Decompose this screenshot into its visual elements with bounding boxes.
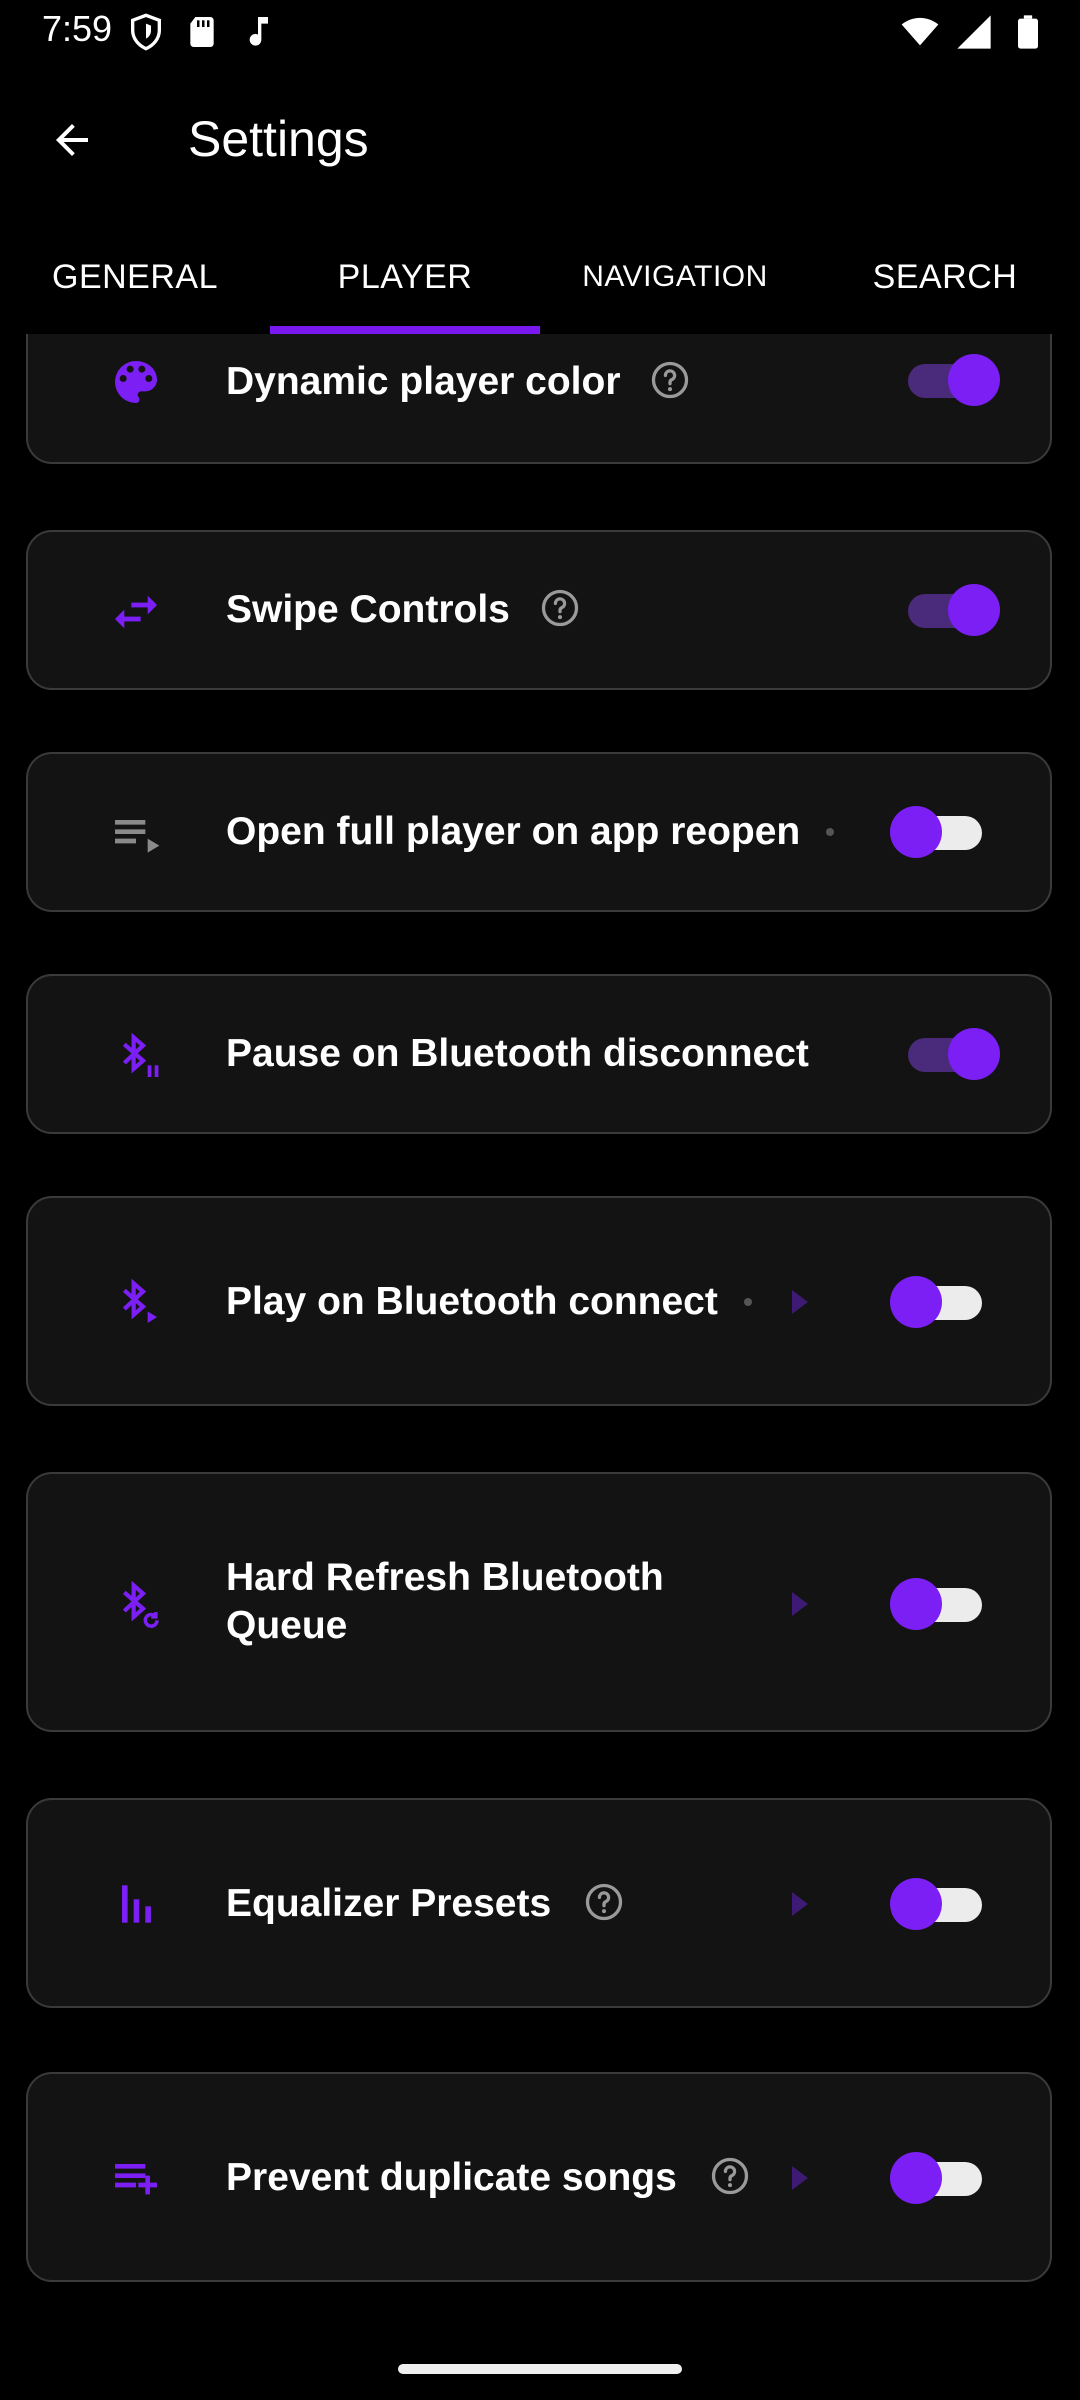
setting-swipe-controls[interactable]: Swipe Controls [26, 530, 1052, 690]
bluetooth-pause-icon [106, 1026, 166, 1086]
setting-label: Play on Bluetooth connect [226, 1280, 718, 1323]
toggle-switch[interactable] [908, 582, 1000, 638]
setting-equalizer-presets[interactable]: Equalizer Presets [26, 1798, 1052, 2008]
sd-card-icon [190, 17, 214, 47]
status-left-icons [126, 12, 278, 52]
toggle-switch[interactable] [890, 2150, 982, 2206]
arrow-left-icon [56, 124, 88, 156]
setting-dynamic-player-color[interactable]: Dynamic player color [26, 334, 1052, 464]
tab-bar: GENERAL PLAYER NAVIGATION SEARCH [0, 220, 1080, 334]
signal-icon [957, 15, 991, 49]
caret-right-icon [792, 1592, 808, 1616]
home-indicator[interactable] [398, 2364, 682, 2374]
queue-play-icon [106, 804, 166, 864]
setting-label: Hard Refresh Bluetooth Queue [226, 1554, 664, 1650]
setting-pause-bluetooth-disconnect[interactable]: Pause on Bluetooth disconnect [26, 974, 1052, 1134]
setting-hard-refresh-bluetooth-queue[interactable]: Hard Refresh Bluetooth Queue [26, 1472, 1052, 1732]
toggle-switch[interactable] [890, 1876, 982, 1932]
tab-player[interactable]: PLAYER [270, 220, 540, 334]
tab-navigation[interactable]: NAVIGATION [540, 220, 810, 334]
caret-right-icon [792, 2166, 808, 2190]
swap-horizontal-icon [106, 582, 166, 642]
help-circle-icon[interactable] [582, 1880, 626, 1924]
tab-general[interactable]: GENERAL [0, 220, 270, 334]
help-circle-icon[interactable] [708, 2154, 752, 2198]
status-right-icons [900, 12, 1048, 52]
dot-indicator [826, 828, 834, 836]
playlist-add-icon [106, 2148, 166, 2208]
toggle-switch[interactable] [890, 1274, 982, 1330]
setting-prevent-duplicate-songs[interactable]: Prevent duplicate songs [26, 2072, 1052, 2282]
setting-label-line1: Hard Refresh Bluetooth [226, 1556, 664, 1599]
caret-right-icon [792, 1892, 808, 1916]
toggle-switch[interactable] [908, 1026, 1000, 1082]
setting-open-full-player[interactable]: Open full player on app reopen [26, 752, 1052, 912]
bluetooth-play-icon [106, 1272, 166, 1332]
bluetooth-refresh-icon [106, 1574, 166, 1634]
setting-label: Equalizer Presets [226, 1882, 552, 1925]
tab-indicator [270, 326, 540, 334]
wifi-icon [901, 17, 939, 46]
caret-right-icon [792, 1290, 808, 1314]
music-note-icon [249, 17, 268, 46]
palette-icon [106, 352, 166, 412]
help-circle-icon[interactable] [538, 586, 582, 630]
toggle-switch[interactable] [890, 804, 982, 860]
help-circle-icon[interactable] [648, 358, 692, 402]
setting-play-bluetooth-connect[interactable]: Play on Bluetooth connect [26, 1196, 1052, 1406]
back-button[interactable] [36, 104, 108, 176]
setting-label: Swipe Controls [226, 588, 510, 631]
setting-label: Pause on Bluetooth disconnect [226, 1032, 809, 1075]
dot-indicator [744, 1298, 752, 1306]
toggle-switch[interactable] [890, 1576, 982, 1632]
status-time: 7:59 [42, 8, 113, 49]
settings-list[interactable]: Dynamic player color Swipe Controls Open… [0, 334, 1080, 2334]
page-title: Settings [188, 111, 369, 167]
app-bar: Settings [0, 80, 1080, 192]
setting-label: Open full player on app reopen [226, 810, 801, 853]
battery-icon [1018, 15, 1038, 49]
shield-icon [131, 13, 161, 51]
toggle-switch[interactable] [908, 352, 1000, 408]
tab-search[interactable]: SEARCH [810, 220, 1080, 334]
setting-label-line2: Queue [226, 1604, 348, 1647]
setting-label: Dynamic player color [226, 360, 621, 403]
setting-label: Prevent duplicate songs [226, 2156, 677, 2199]
equalizer-icon [106, 1874, 166, 1934]
status-bar: 7:59 [0, 0, 1080, 64]
